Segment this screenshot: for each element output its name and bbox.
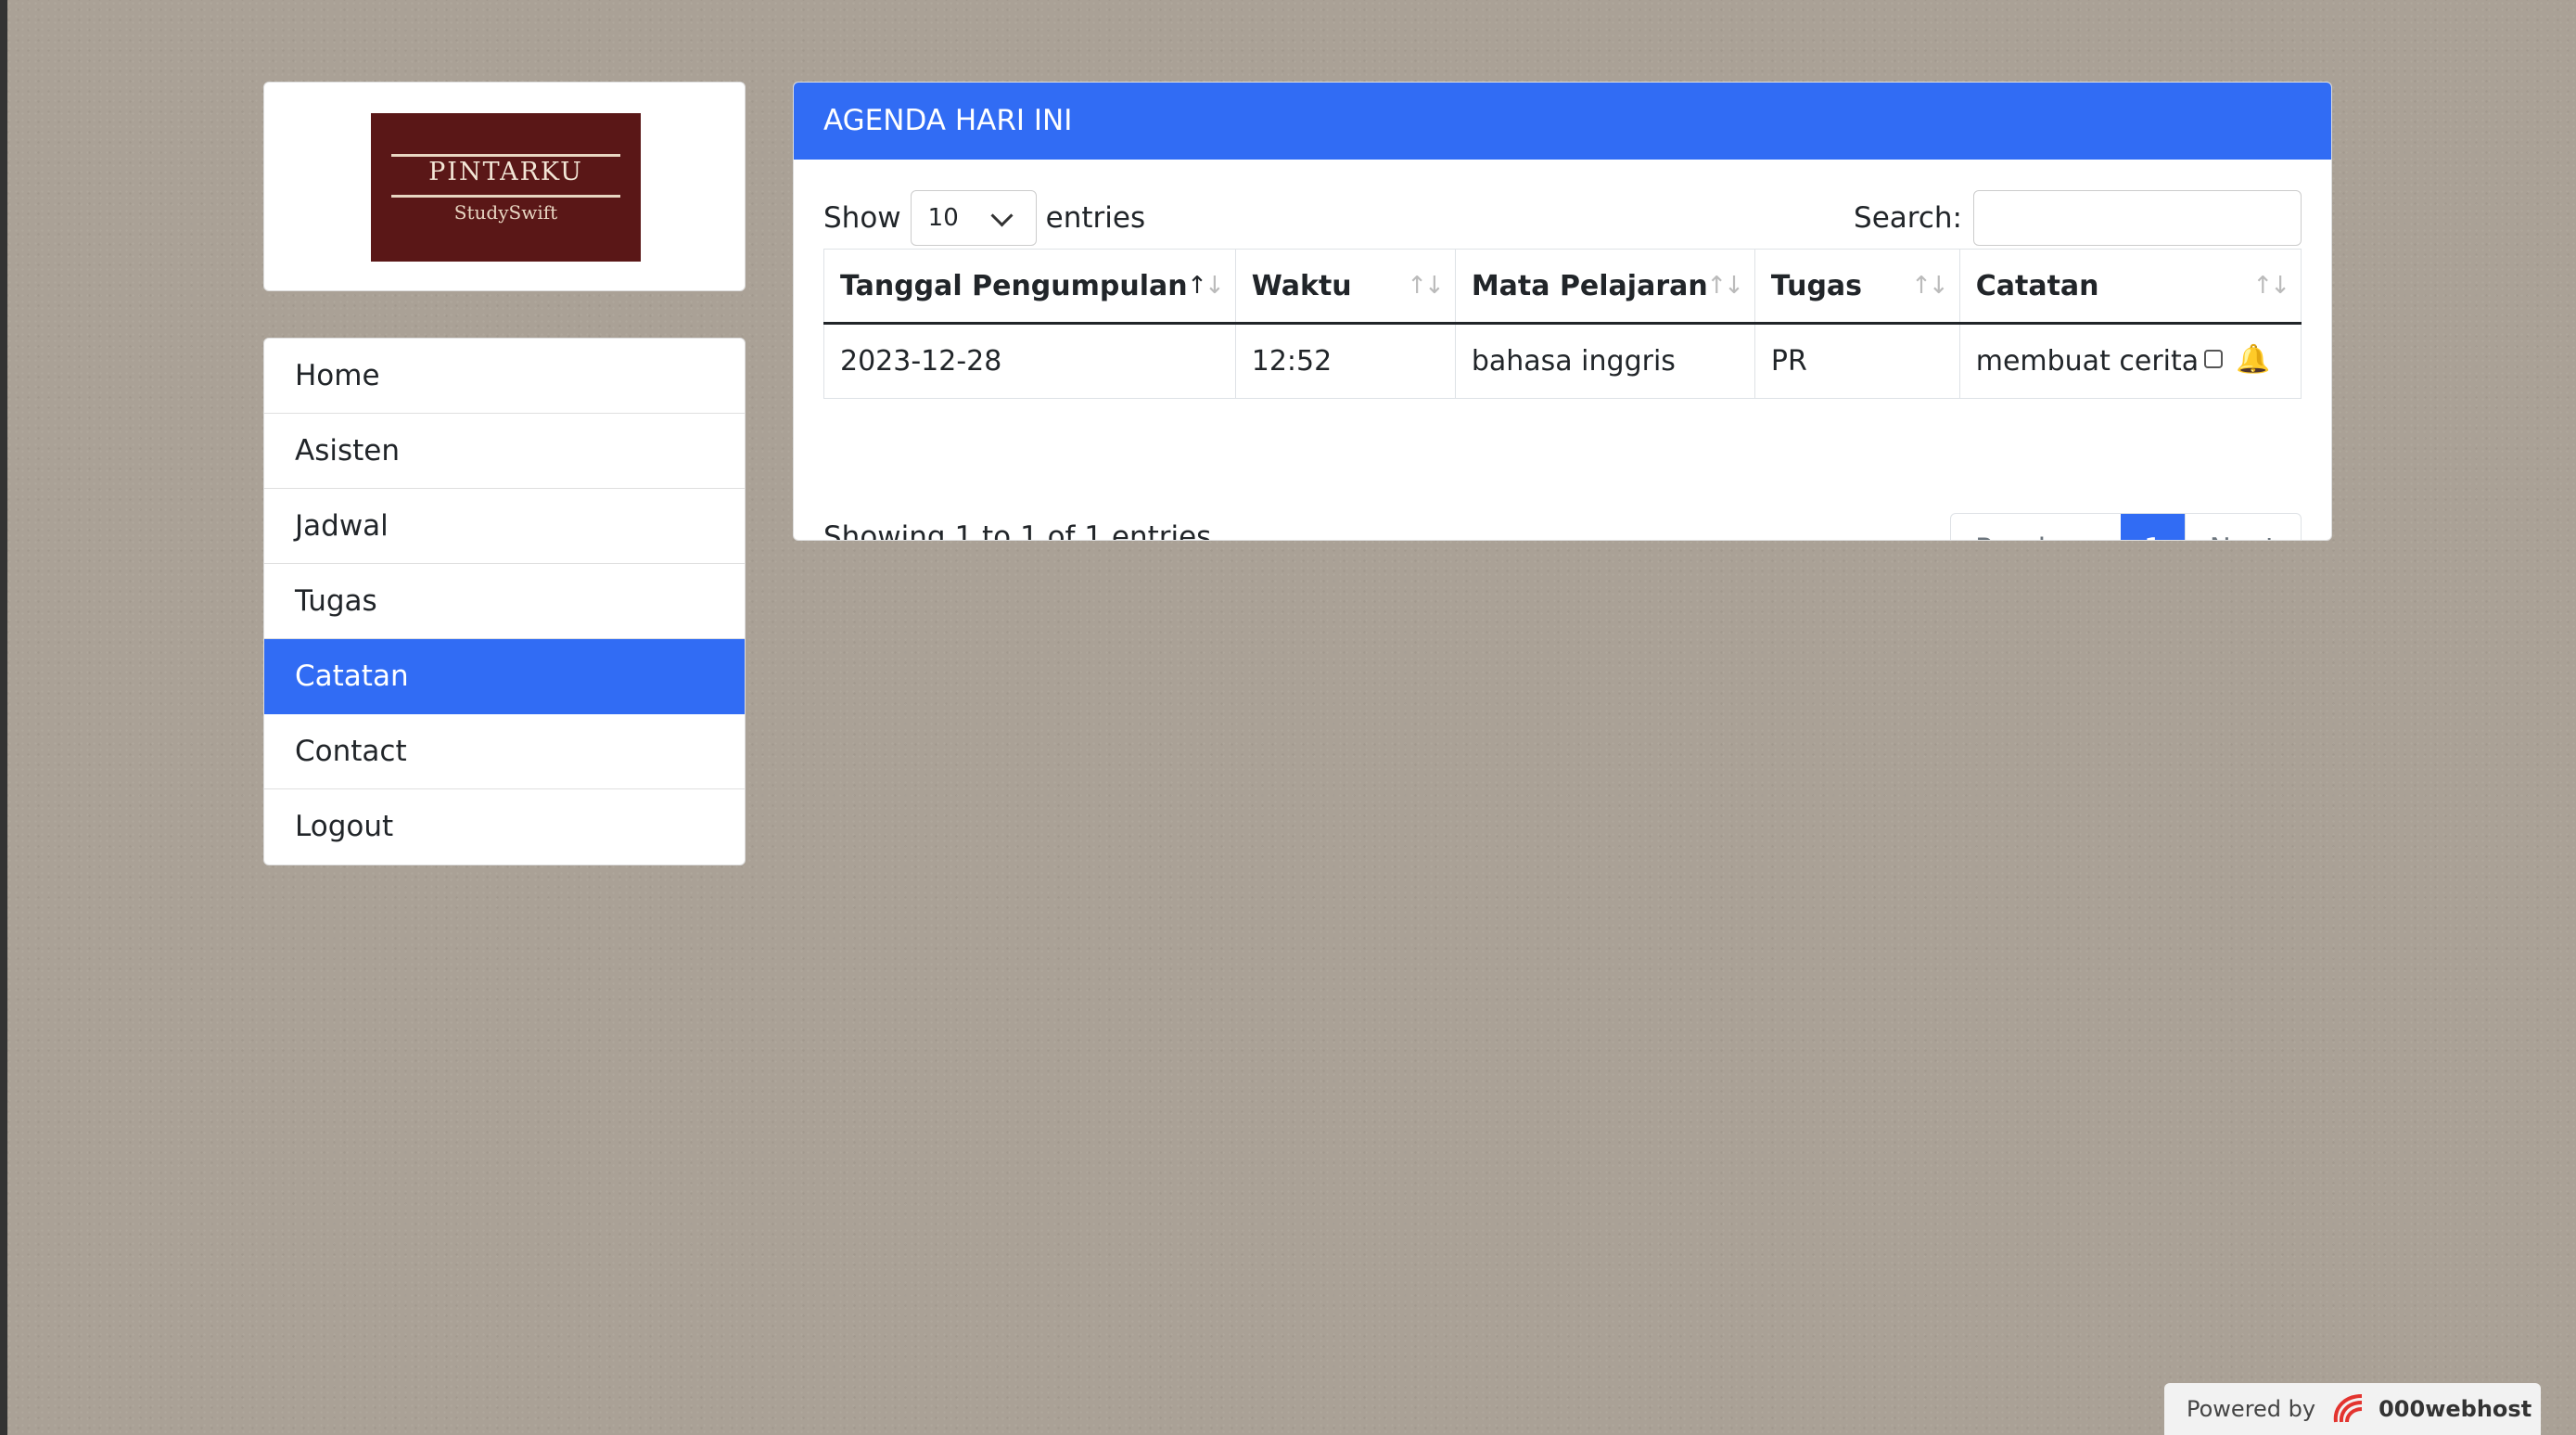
pagination: Previous 1 Next [1950, 513, 2302, 540]
sort-icon: ↑↓ [1187, 272, 1225, 300]
search-input[interactable] [1973, 190, 2302, 246]
sidebar-item-jadwal[interactable]: Jadwal [264, 489, 745, 564]
column-header-tugas[interactable]: Tugas ↑↓ [1753, 249, 1960, 325]
window-edge [0, 0, 7, 1435]
cell-tanggal: 2023-12-28 [823, 323, 1236, 399]
sidebar-item-tugas[interactable]: Tugas [264, 564, 745, 639]
sort-icon: ↑↓ [2252, 272, 2290, 300]
webhost-logo-icon [2334, 1394, 2363, 1423]
entries-label: entries [1045, 201, 1146, 235]
powered-label: Powered by [2187, 1396, 2316, 1422]
card-title: AGENDA HARI INI [794, 83, 2331, 160]
table-header-row: Tanggal Pengumpulan ↑↓ Waktu ↑↓ Mata Pel… [823, 249, 2302, 325]
agenda-table: Tanggal Pengumpulan ↑↓ Waktu ↑↓ Mata Pel… [823, 249, 2302, 399]
table-info: Showing 1 to 1 of 1 entries [823, 520, 1212, 541]
sidebar-item-logout[interactable]: Logout [264, 789, 745, 865]
column-header-tanggal[interactable]: Tanggal Pengumpulan ↑↓ [823, 249, 1236, 325]
chevron-down-icon [990, 204, 1014, 227]
cell-waktu: 12:52 [1234, 323, 1456, 399]
column-header-label: Tugas [1770, 269, 1863, 302]
page-1-button[interactable]: 1 [2121, 514, 2185, 540]
catatan-text: membuat cerita [1975, 345, 2200, 378]
column-header-label: Waktu [1251, 269, 1352, 302]
bell-icon[interactable]: 🔔 [2236, 343, 2270, 376]
cell-tugas: PR [1753, 323, 1960, 399]
logo-card: PINTARKU StudySwift [263, 82, 746, 291]
table-row: 2023-12-28 12:52 bahasa inggris PR membu… [823, 323, 2302, 399]
checkbox-icon[interactable] [2204, 349, 2224, 368]
search-control: Search: [1854, 189, 2302, 247]
logo-subtitle: StudySwift [453, 201, 558, 224]
previous-button[interactable]: Previous [1951, 514, 2121, 540]
column-header-waktu[interactable]: Waktu ↑↓ [1234, 249, 1456, 325]
sidebar-item-catatan[interactable]: Catatan [264, 639, 745, 714]
sort-icon: ↑↓ [1407, 272, 1445, 300]
entries-select[interactable]: 10 [910, 190, 1037, 246]
column-header-label: Catatan [1975, 269, 2099, 302]
show-label: Show [823, 201, 901, 235]
column-header-mata-pelajaran[interactable]: Mata Pelajaran ↑↓ [1454, 249, 1755, 325]
logo-line-bottom [391, 195, 620, 198]
column-header-label: Tanggal Pengumpulan [840, 269, 1188, 302]
logo[interactable]: PINTARKU StudySwift [371, 113, 641, 262]
logo-title: PINTARKU [428, 158, 583, 186]
column-header-label: Mata Pelajaran [1471, 269, 1708, 302]
entries-select-value: 10 [927, 204, 959, 232]
brand-label: 000webhost [2378, 1396, 2532, 1422]
entries-length-control: Show 10 entries [823, 189, 1145, 247]
cell-mata-pelajaran: bahasa inggris [1454, 323, 1755, 399]
column-header-catatan[interactable]: Catatan ↑↓ [1958, 249, 2302, 325]
powered-by-badge[interactable]: Powered by 000webhost [2164, 1383, 2541, 1435]
next-button[interactable]: Next [2184, 514, 2301, 540]
cell-catatan: membuat cerita 🔔 [1958, 323, 2302, 399]
sidebar-item-contact[interactable]: Contact [264, 714, 745, 789]
sidebar-item-home[interactable]: Home [264, 339, 745, 414]
agenda-card: AGENDA HARI INI Show 10 entries Search: … [793, 82, 2332, 541]
sort-icon: ↑↓ [1911, 272, 1949, 300]
sidebar-item-asisten[interactable]: Asisten [264, 414, 745, 489]
sort-icon: ↑↓ [1706, 272, 1744, 300]
logo-line-top [391, 154, 620, 157]
search-label: Search: [1854, 201, 1962, 235]
sidebar-menu: Home Asisten Jadwal Tugas Catatan Contac… [263, 338, 746, 865]
